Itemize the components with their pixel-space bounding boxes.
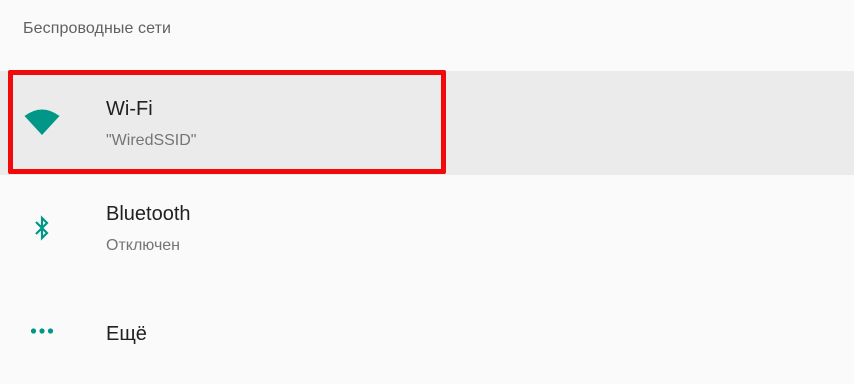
- more-title: Ещё: [106, 323, 147, 345]
- bluetooth-title: Bluetooth: [106, 203, 191, 225]
- more-horiz-icon: [22, 311, 62, 351]
- bluetooth-icon: [22, 208, 62, 248]
- more-preference-item[interactable]: Ещё: [0, 280, 854, 384]
- bluetooth-preference-item[interactable]: Bluetooth Отключен: [0, 177, 854, 281]
- wifi-title: Wi-Fi: [106, 98, 153, 120]
- section-header-wireless-networks: Беспроводные сети: [23, 20, 172, 37]
- wifi-icon: [22, 102, 62, 142]
- wifi-preference-item[interactable]: Wi-Fi "WiredSSID": [0, 71, 854, 175]
- wifi-summary: "WiredSSID": [106, 132, 197, 149]
- bluetooth-summary: Отключен: [106, 237, 181, 254]
